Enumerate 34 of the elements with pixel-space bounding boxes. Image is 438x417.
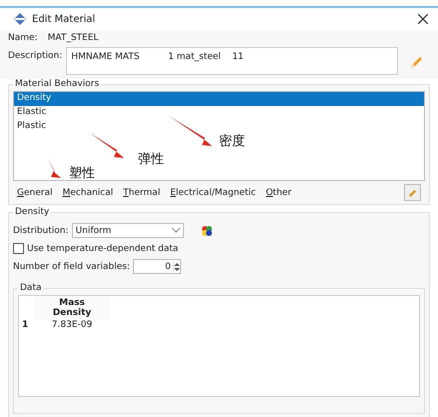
name-label: Name: bbox=[8, 32, 38, 42]
menu-item[interactable]: Other bbox=[266, 188, 292, 198]
field-variables-label: Number of field variables: bbox=[13, 262, 130, 272]
group-title: Data bbox=[19, 283, 42, 293]
menu-item[interactable]: Mechanical bbox=[62, 188, 114, 198]
list-item[interactable]: Elastic bbox=[14, 106, 424, 120]
chevron-down-icon bbox=[172, 228, 180, 233]
close-icon[interactable] bbox=[418, 14, 428, 24]
distribution-label: Distribution: bbox=[13, 226, 69, 236]
row-number: 1 bbox=[21, 320, 30, 330]
color-balls-icon[interactable] bbox=[200, 224, 213, 236]
spin-arrows-icon[interactable] bbox=[174, 262, 180, 272]
field-variables-spinner[interactable]: 0 bbox=[132, 259, 181, 274]
window-title: Edit Material bbox=[32, 14, 96, 24]
menu-item[interactable]: Electrical/Magnetic bbox=[170, 188, 256, 198]
description-label: Description: bbox=[8, 50, 62, 61]
annotation-label: 密度 bbox=[219, 133, 245, 150]
checkbox[interactable] bbox=[13, 243, 24, 254]
menu-item[interactable]: Thermal bbox=[123, 188, 160, 198]
menu-item[interactable]: General bbox=[17, 188, 52, 198]
description-field[interactable]: HMNAME MATS 1 mat_steel 11 bbox=[66, 47, 398, 75]
group-title: Material Behaviors bbox=[14, 79, 100, 89]
name-value: MAT_STEEL bbox=[48, 32, 98, 42]
annotation-label: 弹性 bbox=[138, 151, 164, 168]
eraser-icon bbox=[407, 187, 418, 198]
diamond-icon bbox=[14, 13, 26, 25]
list-item[interactable]: Plastic bbox=[14, 120, 424, 134]
table-cell[interactable]: 7.83E-09 bbox=[34, 320, 110, 330]
group-title: Density bbox=[14, 207, 50, 217]
list-item[interactable]: Density bbox=[14, 92, 424, 106]
column-header: Mass Density bbox=[34, 296, 110, 320]
distribution-dropdown[interactable]: Uniform bbox=[72, 223, 184, 238]
annotation-label: 塑性 bbox=[69, 165, 95, 182]
checkbox-label: Use temperature-dependent data bbox=[27, 244, 178, 254]
